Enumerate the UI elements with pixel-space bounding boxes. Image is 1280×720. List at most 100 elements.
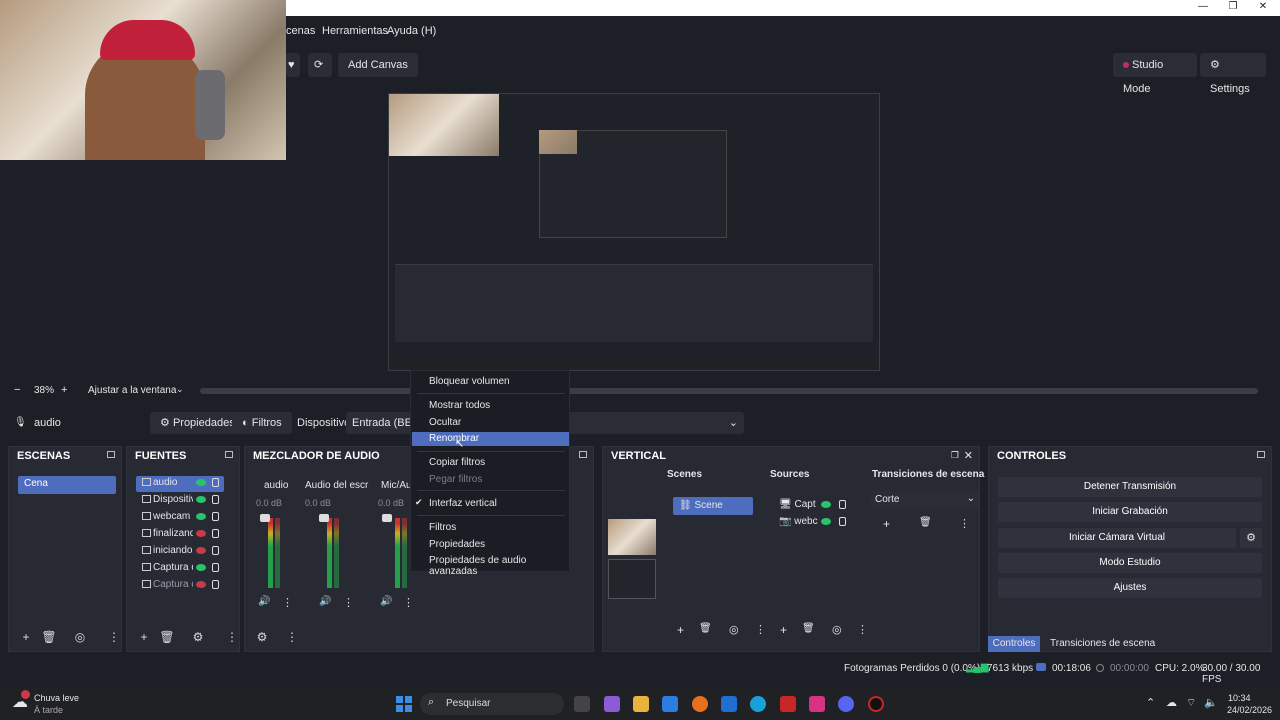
more-icon[interactable]: ⋮ xyxy=(857,623,868,636)
eye-icon[interactable] xyxy=(821,518,831,525)
obs-icon[interactable] xyxy=(868,696,884,712)
properties-button[interactable]: ⚙ Propiedades xyxy=(150,412,245,434)
volume-slider-handle[interactable] xyxy=(260,514,270,522)
lock-icon[interactable] xyxy=(212,478,219,487)
zoom-in-button[interactable]: + xyxy=(61,384,67,396)
menu-help[interactable]: Ayuda (H) xyxy=(387,25,436,37)
filter-icon[interactable]: ◎ xyxy=(729,623,739,636)
more-icon[interactable]: ⋮ xyxy=(959,517,970,530)
task-view-icon[interactable] xyxy=(574,696,590,712)
store-icon[interactable] xyxy=(662,696,678,712)
trash-icon[interactable]: 🗑 xyxy=(158,629,176,645)
trash-icon[interactable]: 🗑 xyxy=(802,623,815,634)
filter-icon[interactable]: ◎ xyxy=(832,623,842,636)
volume-slider-handle[interactable] xyxy=(319,514,329,522)
float-dock-icon[interactable] xyxy=(1257,451,1265,458)
tab-scene-transitions[interactable]: Transiciones de escena xyxy=(1050,638,1155,649)
source-row[interactable]: Captura de xyxy=(140,561,228,577)
lock-icon[interactable] xyxy=(212,529,219,538)
copilot-icon[interactable] xyxy=(604,696,620,712)
vertical-source-row[interactable]: 📷 webc xyxy=(779,516,859,530)
lock-icon[interactable] xyxy=(212,495,219,504)
firefox-icon[interactable] xyxy=(692,696,708,712)
volume-slider-handle[interactable] xyxy=(382,514,392,522)
add-icon[interactable]: + xyxy=(780,623,787,637)
cloud-icon[interactable]: ☁ xyxy=(1166,696,1177,709)
more-icon[interactable]: ⋮ xyxy=(343,596,354,609)
preview-scrollbar[interactable] xyxy=(200,388,1258,394)
more-icon[interactable]: ⋮ xyxy=(283,629,301,645)
add-icon[interactable]: + xyxy=(135,629,153,645)
volume-icon[interactable]: 🔈 xyxy=(1204,696,1218,709)
speaker-icon[interactable]: 🔊 xyxy=(380,596,392,607)
float-dock-icon[interactable]: ❐ xyxy=(951,450,959,461)
trash-icon[interactable]: 🗑 xyxy=(699,623,712,634)
eye-hidden-icon[interactable] xyxy=(196,581,206,588)
file-explorer-icon[interactable] xyxy=(633,696,649,712)
eye-icon[interactable] xyxy=(821,501,831,508)
scene-item[interactable]: Cena xyxy=(18,476,116,494)
settings-open-button[interactable]: Ajustes xyxy=(998,578,1262,598)
float-dock-icon[interactable] xyxy=(225,451,233,458)
heart-icon[interactable]: ♥ xyxy=(286,53,300,77)
fit-window-select[interactable]: Ajustar a la ventana xyxy=(88,385,176,396)
clock-date[interactable]: 24/02/2026 xyxy=(1227,705,1272,715)
lock-icon[interactable] xyxy=(212,546,219,555)
clock-time[interactable]: 10:34 xyxy=(1228,693,1251,703)
gear-icon[interactable]: ⚙ xyxy=(189,629,207,645)
menu-item-lock-volume[interactable]: Bloquear volumen xyxy=(429,376,510,387)
add-canvas-button[interactable]: Add Canvas xyxy=(338,53,418,77)
more-icon[interactable]: ⋮ xyxy=(282,596,293,609)
wifi-icon[interactable]: ⌔ xyxy=(1186,696,1196,710)
menu-item-show-all[interactable]: Mostrar todos xyxy=(429,400,490,411)
start-recording-button[interactable]: Iniciar Grabación xyxy=(998,502,1262,522)
start-virtual-camera-button[interactable]: Iniciar Cámara Virtual xyxy=(998,528,1236,548)
source-row[interactable]: iniciando s xyxy=(140,544,228,560)
lock-icon[interactable] xyxy=(839,517,846,526)
add-icon[interactable]: + xyxy=(883,517,890,531)
trash-icon[interactable]: 🗑 xyxy=(40,629,58,645)
more-icon[interactable]: ⋮ xyxy=(755,623,766,636)
edge-icon[interactable] xyxy=(750,696,766,712)
refresh-icon[interactable]: ⟳ xyxy=(308,53,332,77)
source-row[interactable]: audio xyxy=(140,476,228,492)
speaker-icon[interactable]: 🔊 xyxy=(258,596,270,607)
menu-item-vertical-interface[interactable]: Interfaz vertical xyxy=(429,498,497,509)
float-dock-icon[interactable] xyxy=(579,451,587,458)
more-icon[interactable]: ⋮ xyxy=(223,629,241,645)
more-icon[interactable]: ⋮ xyxy=(403,596,414,609)
trash-icon[interactable]: 🗑 xyxy=(919,517,932,528)
menu-item-copy-filters[interactable]: Copiar filtros xyxy=(429,457,485,468)
menu-item-advanced-audio[interactable]: Propiedades de audio avanzadas xyxy=(429,555,569,577)
menu-item-hide[interactable]: Ocultar xyxy=(429,417,461,428)
studio-mode-toggle-button[interactable]: Modo Estudio xyxy=(998,553,1262,573)
menu-scenes[interactable]: cenas xyxy=(286,25,315,37)
source-row[interactable]: finalizando xyxy=(140,527,228,543)
lock-icon[interactable] xyxy=(839,500,846,509)
menu-item-properties[interactable]: Propiedades xyxy=(429,539,485,550)
lock-icon[interactable] xyxy=(212,512,219,521)
vertical-source-row[interactable]: 🖥 Capt xyxy=(779,499,859,513)
chevron-down-icon[interactable]: ⌄ xyxy=(176,384,184,395)
close-icon[interactable]: ✕ xyxy=(964,449,973,462)
lock-icon[interactable] xyxy=(212,580,219,589)
source-row[interactable]: webcam xyxy=(140,510,228,526)
vertical-scene-item[interactable]: ⛓ Scene xyxy=(673,497,753,515)
close-window-button[interactable]: ✕ xyxy=(1248,0,1278,16)
windows-start-icon[interactable] xyxy=(396,696,412,712)
tab-controls[interactable]: Controles xyxy=(988,636,1040,652)
studio-mode-button[interactable]: Studio Mode xyxy=(1113,53,1197,95)
add-icon[interactable]: + xyxy=(677,623,684,637)
menu-tools[interactable]: Herramientas xyxy=(322,25,388,37)
zoom-out-button[interactable]: − xyxy=(14,384,20,396)
stop-stream-button[interactable]: Detener Transmisión xyxy=(998,477,1262,497)
gear-icon[interactable]: ⚙ xyxy=(253,629,271,645)
eye-icon[interactable] xyxy=(196,564,206,571)
discord-icon[interactable] xyxy=(838,696,854,712)
source-row[interactable]: Captura de xyxy=(140,578,228,594)
lock-icon[interactable] xyxy=(212,563,219,572)
eye-icon[interactable] xyxy=(196,513,206,520)
outlook-icon[interactable] xyxy=(721,696,737,712)
restore-button[interactable]: ❐ xyxy=(1218,0,1248,16)
float-dock-icon[interactable] xyxy=(107,451,115,458)
